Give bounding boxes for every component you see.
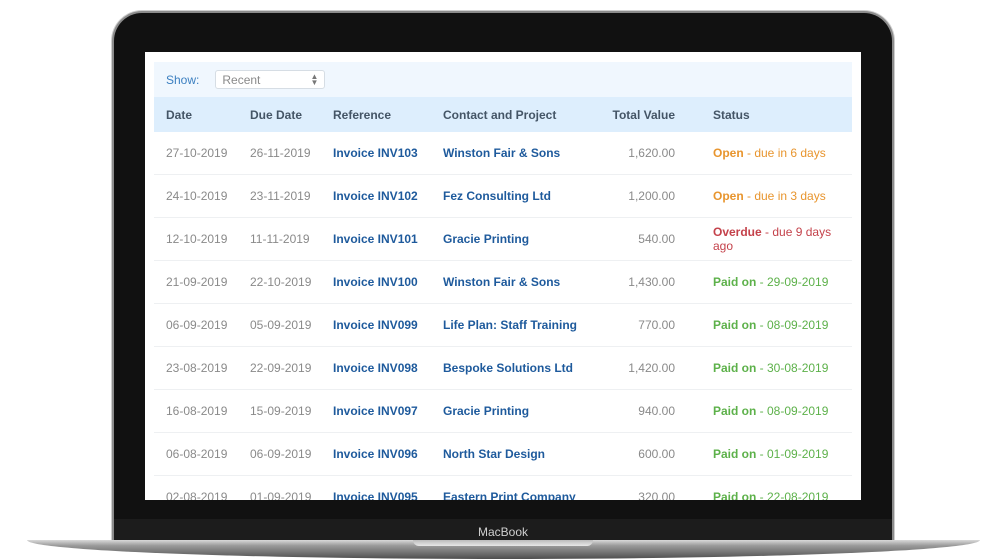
reference-link[interactable]: Invoice INV099 bbox=[321, 303, 431, 347]
status-detail: - 08-09-2019 bbox=[756, 318, 829, 332]
table-row[interactable]: 24-10-2019 23-11-2019 Invoice INV102 Fez Co… bbox=[154, 174, 852, 218]
contact-link[interactable]: Life Plan: Staff Training bbox=[431, 303, 583, 347]
status-badge: Paid on bbox=[713, 404, 757, 418]
column-header-reference[interactable]: Reference bbox=[321, 97, 431, 132]
date-cell: 06-09-2019 bbox=[154, 303, 238, 347]
date-cell: 24-10-2019 bbox=[154, 174, 238, 218]
due-date-cell: 15-09-2019 bbox=[238, 389, 321, 433]
status-badge: Paid on bbox=[713, 490, 757, 500]
status-detail: - 08-09-2019 bbox=[756, 404, 829, 418]
table-row[interactable]: 23-08-2019 22-09-2019 Invoice INV098 Bespok… bbox=[154, 346, 852, 390]
total-value-cell: 1,200.00 bbox=[583, 174, 689, 218]
total-value-cell: 600.00 bbox=[583, 432, 689, 476]
total-value-cell: 540.00 bbox=[583, 217, 689, 261]
status-badge: Open bbox=[713, 146, 744, 160]
status-badge: Paid on bbox=[713, 361, 757, 375]
date-cell: 06-08-2019 bbox=[154, 432, 238, 476]
contact-link[interactable]: Fez Consulting Ltd bbox=[431, 174, 583, 218]
date-cell: 16-08-2019 bbox=[154, 389, 238, 433]
status-cell: Paid on - 08-09-2019 bbox=[689, 303, 852, 347]
column-header-status[interactable]: Status bbox=[689, 97, 852, 132]
status-detail: - 01-09-2019 bbox=[756, 447, 829, 461]
status-detail: - 22-08-2019 bbox=[756, 490, 829, 500]
due-date-cell: 22-09-2019 bbox=[238, 346, 321, 390]
filter-bar: Show: Recent ▲ ▼ bbox=[154, 62, 852, 97]
table-row[interactable]: 12-10-2019 11-11-2019 Invoice INV101 Gracie… bbox=[154, 217, 852, 261]
table-row[interactable]: 06-09-2019 05-09-2019 Invoice INV099 Life P… bbox=[154, 303, 852, 347]
reference-link[interactable]: Invoice INV095 bbox=[321, 475, 431, 500]
due-date-cell: 23-11-2019 bbox=[238, 174, 321, 218]
status-cell: Open - due in 6 days bbox=[689, 132, 852, 175]
table-row[interactable]: 21-09-2019 22-10-2019 Invoice INV100 Winsto… bbox=[154, 260, 852, 304]
screen: Show: Recent ▲ ▼ Date Due Date Reference … bbox=[145, 52, 861, 500]
reference-link[interactable]: Invoice INV101 bbox=[321, 217, 431, 261]
status-detail: - 30-08-2019 bbox=[756, 361, 829, 375]
status-cell: Paid on - 01-09-2019 bbox=[689, 432, 852, 476]
contact-link[interactable]: Bespoke Solutions Ltd bbox=[431, 346, 583, 390]
contact-link[interactable]: Gracie Printing bbox=[431, 217, 583, 261]
table-row[interactable]: 02-08-2019 01-09-2019 Invoice INV095 Easter… bbox=[154, 475, 852, 500]
date-cell: 23-08-2019 bbox=[154, 346, 238, 390]
total-value-cell: 770.00 bbox=[583, 303, 689, 347]
show-label: Show: bbox=[166, 72, 200, 87]
total-value-cell: 1,420.00 bbox=[583, 346, 689, 390]
status-detail: - 29-09-2019 bbox=[756, 275, 829, 289]
status-badge: Paid on bbox=[713, 318, 757, 332]
column-header-contact[interactable]: Contact and Project bbox=[431, 97, 583, 132]
status-cell: Open - due in 3 days bbox=[689, 174, 852, 218]
status-badge: Overdue bbox=[713, 225, 762, 239]
contact-link[interactable]: Winston Fair & Sons bbox=[431, 132, 583, 175]
table-header-row: Date Due Date Reference Contact and Proj… bbox=[154, 97, 852, 132]
status-cell: Paid on - 08-09-2019 bbox=[689, 389, 852, 433]
contact-link[interactable]: North Star Design bbox=[431, 432, 583, 476]
brand-label: MacBook bbox=[477, 525, 529, 539]
status-cell: Overdue - due 9 days ago bbox=[689, 217, 852, 261]
date-cell: 21-09-2019 bbox=[154, 260, 238, 304]
show-select-value: Recent bbox=[222, 72, 261, 87]
status-cell: Paid on - 30-08-2019 bbox=[689, 346, 852, 390]
total-value-cell: 1,620.00 bbox=[583, 132, 689, 175]
due-date-cell: 01-09-2019 bbox=[238, 475, 321, 500]
total-value-cell: 1,430.00 bbox=[583, 260, 689, 304]
status-detail: - due in 6 days bbox=[743, 146, 826, 160]
show-select[interactable]: Recent ▲ ▼ bbox=[215, 70, 326, 89]
invoice-panel: Show: Recent ▲ ▼ Date Due Date Reference … bbox=[154, 62, 852, 500]
due-date-cell: 26-11-2019 bbox=[238, 132, 321, 175]
table-row[interactable]: 16-08-2019 15-09-2019 Invoice INV097 Gracie… bbox=[154, 389, 852, 433]
status-detail: - due in 3 days bbox=[743, 189, 826, 203]
status-cell: Paid on - 29-09-2019 bbox=[689, 260, 852, 304]
date-cell: 02-08-2019 bbox=[154, 475, 238, 500]
select-arrows-icon: ▲ ▼ bbox=[310, 71, 319, 87]
table-row[interactable]: 06-08-2019 06-09-2019 Invoice INV096 North … bbox=[154, 432, 852, 476]
contact-link[interactable]: Eastern Print Company bbox=[431, 475, 583, 500]
reference-link[interactable]: Invoice INV097 bbox=[321, 389, 431, 433]
contact-link[interactable]: Winston Fair & Sons bbox=[431, 260, 583, 304]
reference-link[interactable]: Invoice INV100 bbox=[321, 260, 431, 304]
reference-link[interactable]: Invoice INV103 bbox=[321, 132, 431, 175]
due-date-cell: 06-09-2019 bbox=[238, 432, 321, 476]
status-badge: Paid on bbox=[713, 447, 757, 461]
status-badge: Paid on bbox=[713, 275, 757, 289]
column-header-due-date[interactable]: Due Date bbox=[238, 97, 321, 132]
reference-link[interactable]: Invoice INV098 bbox=[321, 346, 431, 390]
column-header-date[interactable]: Date bbox=[154, 97, 238, 132]
contact-link[interactable]: Gracie Printing bbox=[431, 389, 583, 433]
due-date-cell: 22-10-2019 bbox=[238, 260, 321, 304]
total-value-cell: 320.00 bbox=[583, 475, 689, 500]
table-row[interactable]: 27-10-2019 26-11-2019 Invoice INV103 Winsto… bbox=[154, 132, 852, 175]
date-cell: 12-10-2019 bbox=[154, 217, 238, 261]
due-date-cell: 11-11-2019 bbox=[238, 217, 321, 261]
status-cell: Paid on - 22-08-2019 bbox=[689, 475, 852, 500]
status-badge: Open bbox=[713, 189, 744, 203]
reference-link[interactable]: Invoice INV102 bbox=[321, 174, 431, 218]
invoice-table: Date Due Date Reference Contact and Proj… bbox=[154, 97, 852, 500]
date-cell: 27-10-2019 bbox=[154, 132, 238, 175]
column-header-total[interactable]: Total Value bbox=[583, 97, 689, 132]
laptop-hinge-notch bbox=[413, 540, 593, 546]
total-value-cell: 940.00 bbox=[583, 389, 689, 433]
due-date-cell: 05-09-2019 bbox=[238, 303, 321, 347]
reference-link[interactable]: Invoice INV096 bbox=[321, 432, 431, 476]
